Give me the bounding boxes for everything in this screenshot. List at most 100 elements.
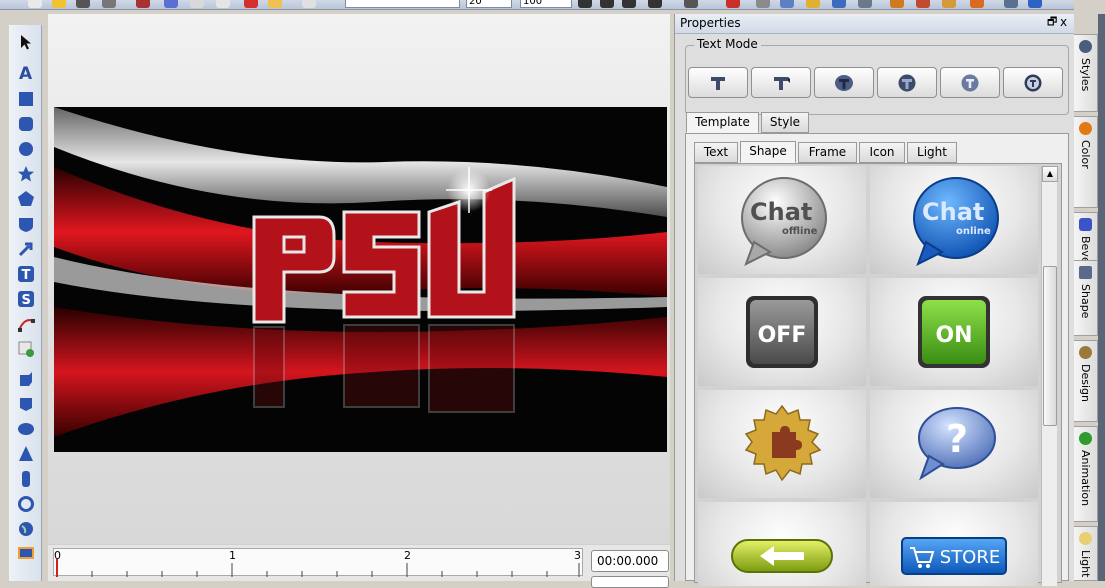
properties-title: Properties (680, 16, 741, 30)
canvas-artwork[interactable] (54, 107, 667, 452)
text-mode-button-5[interactable] (940, 67, 1000, 98)
styles-icon (1079, 40, 1092, 53)
font-name-field[interactable] (345, 0, 460, 8)
select-tool[interactable] (16, 32, 36, 52)
rotate-icon[interactable] (832, 0, 846, 8)
column-tool[interactable] (16, 469, 36, 489)
cone-tool[interactable] (16, 444, 36, 464)
align-icon[interactable] (684, 0, 698, 8)
cylinder-tool[interactable] (16, 394, 36, 414)
gallery-item-off-button[interactable]: OFF (698, 278, 866, 386)
font-size-field[interactable]: 20 (466, 0, 512, 8)
subtab-shape[interactable]: Shape (740, 141, 796, 163)
gallery-scrollbar[interactable]: ▲ (1041, 166, 1058, 586)
save-as-icon[interactable] (102, 0, 116, 8)
underline-icon[interactable] (622, 0, 636, 8)
time-display-secondary[interactable] (591, 576, 669, 588)
redo-icon[interactable] (302, 0, 316, 8)
path-tool[interactable] (16, 314, 36, 334)
globe-tool[interactable] (16, 519, 36, 539)
side-tab-animation[interactable]: Animation (1074, 426, 1098, 522)
fire-icon[interactable] (916, 0, 930, 8)
star-tool[interactable] (16, 164, 36, 184)
text-mode-button-4[interactable] (877, 67, 937, 98)
side-tab-shape[interactable]: Shape (1074, 260, 1098, 336)
float-panel-icon[interactable]: 🗗 (1047, 16, 1057, 27)
close-panel-icon[interactable]: x (1060, 16, 1070, 28)
text-circle-icon (961, 74, 979, 91)
open-folder-icon[interactable] (52, 0, 66, 8)
gallery-item-on-button[interactable]: ON (870, 278, 1038, 386)
brush-icon[interactable] (890, 0, 904, 8)
gift-icon[interactable] (942, 0, 956, 8)
arrow-tool[interactable] (16, 239, 36, 259)
scroll-up-button[interactable]: ▲ (1042, 166, 1058, 182)
strike-icon[interactable] (648, 0, 662, 8)
ring-tool[interactable] (16, 494, 36, 514)
side-tab-design[interactable]: Design (1074, 340, 1098, 422)
save-icon[interactable] (76, 0, 90, 8)
tab-template[interactable]: Template (686, 112, 759, 133)
bold-icon[interactable] (578, 0, 592, 8)
gallery-item-chat-offline[interactable]: Chat offline (698, 166, 866, 274)
text-mode-button-3[interactable] (814, 67, 874, 98)
pointer-icon (21, 35, 31, 50)
zoom-field[interactable]: 100 (520, 0, 572, 8)
subtab-icon[interactable]: Icon (859, 142, 905, 163)
text-tool[interactable]: A (16, 62, 36, 82)
rectangle-tool[interactable] (16, 89, 36, 109)
effects-icon[interactable] (726, 0, 740, 8)
background-tool[interactable] (16, 544, 36, 564)
monitor-icon[interactable] (1004, 0, 1018, 8)
text-mode-button-6[interactable] (1003, 67, 1063, 98)
cube-tool[interactable] (16, 369, 36, 389)
gallery-item-puzzle-seal[interactable] (698, 390, 866, 498)
text-sphere-icon (898, 74, 916, 91)
timeline-ruler[interactable]: 0 1 2 3 (53, 548, 583, 577)
new-file-icon[interactable] (28, 0, 42, 8)
copy-icon[interactable] (190, 0, 204, 8)
globe-icon[interactable] (858, 0, 872, 8)
side-tab-color[interactable]: Color (1074, 116, 1098, 208)
background-image-icon (18, 547, 34, 559)
svg-text:S: S (22, 293, 31, 308)
text-mode-button-1[interactable] (688, 67, 748, 98)
text-mode-button-2[interactable] (751, 67, 811, 98)
design-icon (1079, 346, 1092, 359)
sphere-tool[interactable] (16, 419, 36, 439)
window-icon[interactable] (1028, 0, 1042, 8)
subtab-frame[interactable]: Frame (798, 142, 857, 163)
subtab-light[interactable]: Light (907, 142, 957, 163)
layers-icon[interactable] (756, 0, 770, 8)
arrange-icon[interactable] (780, 0, 794, 8)
image-tool[interactable] (16, 339, 36, 359)
gallery-item-question-bubble[interactable]: ? (870, 390, 1038, 498)
gallery-item-store-button[interactable]: STORE (870, 502, 1038, 586)
rounded-rect-icon (19, 117, 33, 131)
rounded-rect-tool[interactable] (16, 114, 36, 134)
side-tab-light[interactable]: Light (1074, 526, 1098, 581)
shield-tool[interactable] (16, 214, 36, 234)
time-display[interactable]: 00:00.000 (591, 550, 669, 572)
export-icon[interactable] (136, 0, 150, 8)
group-icon[interactable] (806, 0, 820, 8)
text-box-tool[interactable]: T (16, 264, 36, 284)
cut-icon[interactable] (164, 0, 178, 8)
star-icon (18, 166, 34, 182)
circle-icon (19, 142, 33, 156)
italic-icon[interactable] (600, 0, 614, 8)
globe-icon (19, 522, 33, 536)
symbol-tool[interactable]: S (16, 289, 36, 309)
tab-style[interactable]: Style (761, 112, 809, 133)
gallery-item-back-arrow[interactable] (698, 502, 866, 586)
side-tab-styles[interactable]: Styles (1074, 34, 1098, 112)
pentagon-tool[interactable] (16, 189, 36, 209)
delete-icon[interactable] (244, 0, 258, 8)
ellipse-tool[interactable] (16, 139, 36, 159)
subtab-text[interactable]: Text (694, 142, 738, 163)
scroll-thumb[interactable] (1043, 266, 1057, 426)
person-icon[interactable] (970, 0, 984, 8)
undo-icon[interactable] (268, 0, 282, 8)
gallery-item-chat-online[interactable]: Chat online (870, 166, 1038, 274)
paste-icon[interactable] (216, 0, 230, 8)
